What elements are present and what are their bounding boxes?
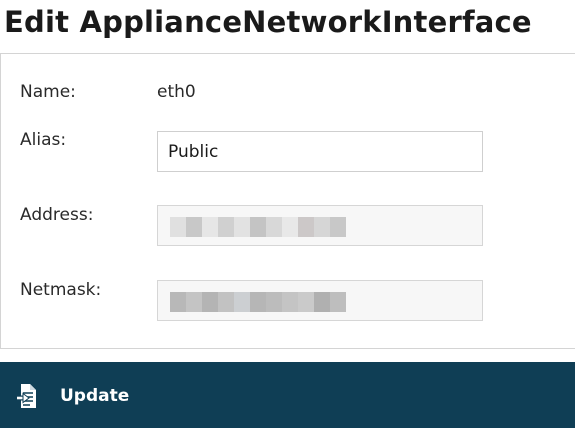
alias-input[interactable] (157, 131, 483, 172)
update-label: Update (60, 386, 130, 406)
address-label: Address: (20, 205, 94, 225)
edit-network-interface-page: Edit ApplianceNetworkInterface Name: eth… (0, 0, 575, 428)
address-input[interactable] (157, 205, 483, 246)
document-import-icon (16, 384, 36, 408)
address-redacted-value (170, 217, 346, 237)
page-title: Edit ApplianceNetworkInterface (4, 5, 532, 39)
update-button[interactable]: Update (16, 378, 129, 414)
alias-label: Alias: (20, 130, 67, 150)
netmask-input[interactable] (157, 280, 483, 321)
name-value: eth0 (157, 82, 196, 102)
action-bar: Update (0, 362, 575, 428)
name-label: Name: (20, 82, 76, 102)
netmask-label: Netmask: (20, 280, 102, 300)
netmask-redacted-value (170, 292, 346, 312)
